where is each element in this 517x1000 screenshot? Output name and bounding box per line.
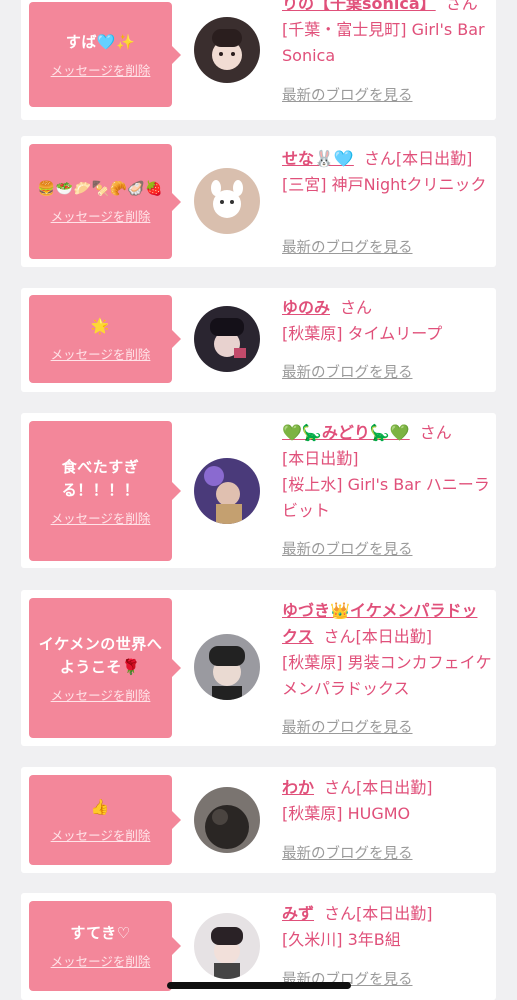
latest-blog-link[interactable]: 最新のブログを見る [282,538,413,559]
message-card: 食べたすぎる！！！！ メッセージを削除 💚🦕みどり🦕💚 さん [本日出勤] [桜上… [21,413,496,568]
avatar[interactable] [194,634,260,700]
work-status: [本日出勤] [282,449,359,468]
delete-message-link[interactable]: メッセージを削除 [51,685,151,704]
delete-message-link[interactable]: メッセージを削除 [51,60,151,79]
shop-details: [秋葉原] 男装コンカフェイケメンパラドックス [282,653,492,698]
message-bubble: すてき♡ メッセージを削除 [29,901,181,991]
honorific: さん [340,298,373,317]
delete-message-link[interactable]: メッセージを削除 [51,825,151,844]
cast-info: ゆのみ さん [秋葉原] タイムリープ [282,295,492,347]
message-bubble: すば🩵✨ メッセージを削除 [29,2,181,107]
message-card: 👍 メッセージを削除 わか さん[本日出勤] [秋葉原] HUGMO 最新のブログ… [21,767,496,873]
avatar[interactable] [194,168,260,234]
latest-blog-link[interactable]: 最新のブログを見る [282,716,413,737]
cast-name-link[interactable]: ゆのみ [282,298,330,317]
cast-info: みず さん[本日出勤] [久米川] 3年B組 [282,901,492,953]
message-text: すば🩵✨ [65,32,136,51]
message-text: イケメンの世界へようこそ🌹 [38,634,163,676]
shop-details: [千葉・富士見町] Girl's Bar Sonica [282,20,485,65]
delete-message-link[interactable]: メッセージを削除 [51,508,151,527]
shop-details: [三宮] 神戸Nightクリニック [282,175,487,194]
message-text: 🌟 [90,317,111,335]
message-text: 食べたすぎる！！！！ [61,457,140,499]
cast-info: ゆづき👑イケメンパラドックス さん[本日出勤] [秋葉原] 男装コンカフェイケメン… [282,598,492,702]
avatar[interactable] [194,17,260,83]
cast-name-link[interactable]: みず [282,904,314,923]
message-bubble: 🍔🥗🥟🍢🥐🦪🍓 メッセージを削除 [29,144,181,259]
message-text: 🍔🥗🥟🍢🥐🦪🍓 [37,181,164,197]
cast-name-link[interactable]: 💚🦕みどり🦕💚 [282,423,410,442]
shop-details: [秋葉原] HUGMO [282,804,411,823]
cast-info: せな🐰🩵 さん[本日出勤] [三宮] 神戸Nightクリニック [282,146,492,198]
cast-info: 💚🦕みどり🦕💚 さん [本日出勤] [桜上水] Girl's Bar ハニーラビッ… [282,420,492,524]
home-indicator[interactable] [167,982,351,989]
message-text: すてき♡ [70,924,131,942]
cast-name-link[interactable]: わか [282,778,314,797]
honorific: さん[本日出勤] [324,904,433,923]
cast-name-link[interactable]: りの【千葉sonica】 [282,0,436,13]
honorific: さん[本日出勤] [363,149,473,168]
cast-info: りの【千葉sonica】 さん [千葉・富士見町] Girl's Bar Soni… [282,0,492,69]
avatar[interactable] [194,458,260,524]
cast-name-link[interactable]: せな🐰🩵 [282,149,354,168]
shop-details: [久米川] 3年B組 [282,930,401,949]
honorific: さん [419,423,452,442]
latest-blog-link[interactable]: 最新のブログを見る [282,361,413,382]
shop-details: [秋葉原] タイムリープ [282,324,443,343]
message-text: 👍 [90,798,111,816]
latest-blog-link[interactable]: 最新のブログを見る [282,236,413,257]
message-bubble: イケメンの世界へようこそ🌹 メッセージを削除 [29,598,181,738]
delete-message-link[interactable]: メッセージを削除 [51,344,151,363]
latest-blog-link[interactable]: 最新のブログを見る [282,84,413,105]
shop-details: [桜上水] Girl's Bar ハニーラビット [282,475,490,520]
message-card: 🌟 メッセージを削除 ゆのみ さん [秋葉原] タイムリープ 最新のブログを見る [21,288,496,392]
message-card: 🍔🥗🥟🍢🥐🦪🍓 メッセージを削除 せな🐰🩵 さん[本日出勤] [三宮] 神戸Nig… [21,136,496,267]
message-bubble: 食べたすぎる！！！！ メッセージを削除 [29,421,181,561]
honorific: さん[本日出勤] [324,778,433,797]
message-bubble: 🌟 メッセージを削除 [29,295,181,383]
delete-message-link[interactable]: メッセージを削除 [51,206,151,225]
honorific: さん[本日出勤] [323,627,433,646]
cast-info: わか さん[本日出勤] [秋葉原] HUGMO [282,775,492,827]
avatar[interactable] [194,306,260,372]
avatar[interactable] [194,913,260,979]
message-bubble: 👍 メッセージを削除 [29,775,181,865]
message-card: すば🩵✨ メッセージを削除 りの【千葉sonica】 さん [千葉・富士見町] G… [21,0,496,120]
avatar[interactable] [194,787,260,853]
honorific: さん [445,0,478,13]
message-card: イケメンの世界へようこそ🌹 メッセージを削除 ゆづき👑イケメンパラドックス さん[… [21,590,496,746]
delete-message-link[interactable]: メッセージを削除 [51,951,151,970]
latest-blog-link[interactable]: 最新のブログを見る [282,842,413,863]
